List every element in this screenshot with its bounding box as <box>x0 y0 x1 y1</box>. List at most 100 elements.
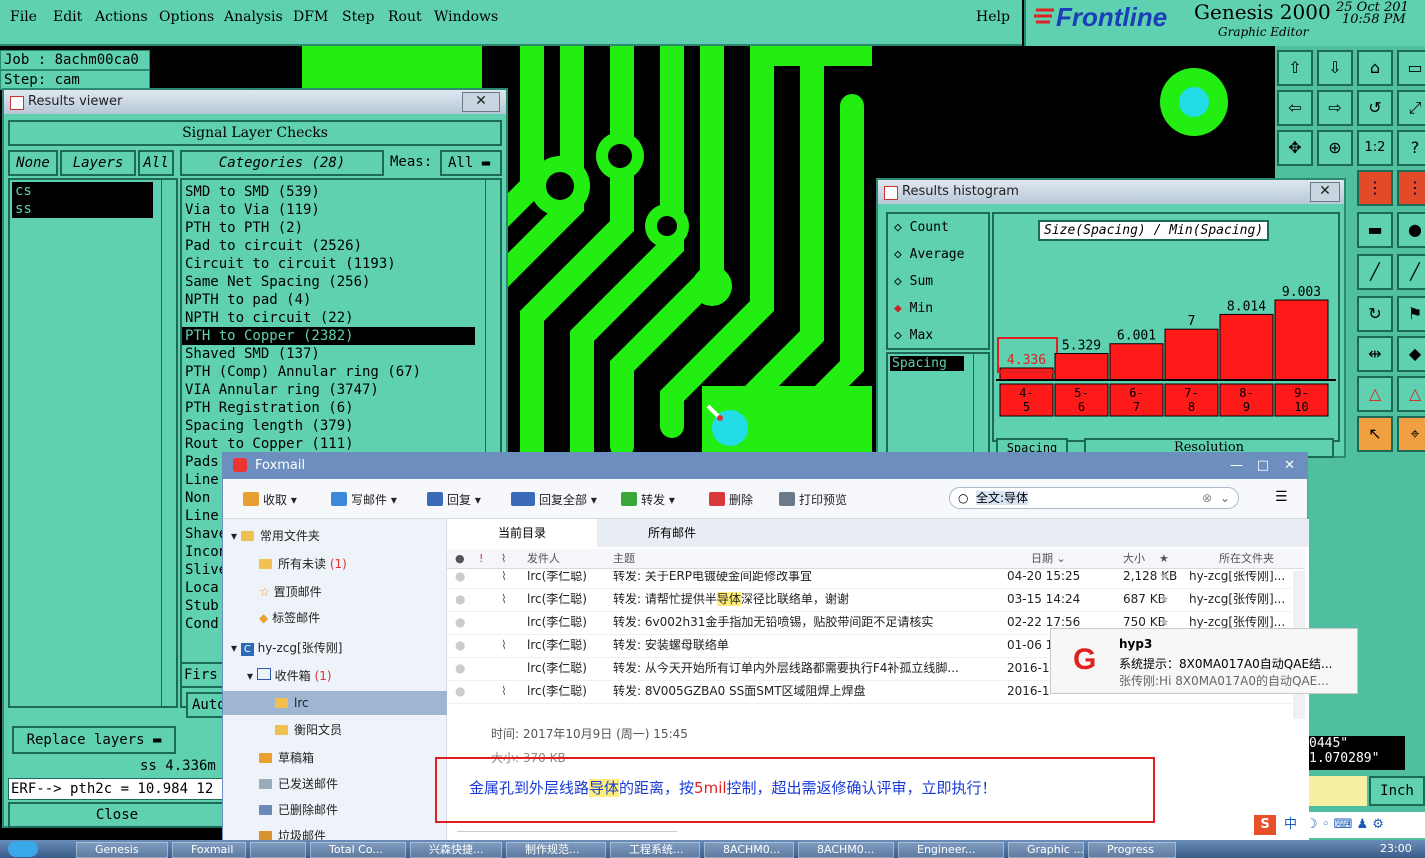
menu-options[interactable]: Options <box>159 9 214 25</box>
taskbar-item[interactable]: 制作规范... <box>506 842 606 858</box>
menu-edit[interactable]: Edit <box>53 9 82 25</box>
receive-button[interactable]: 收取 ▾ <box>243 491 297 508</box>
spacing-scrollbar[interactable] <box>973 354 988 458</box>
read-status-icon[interactable]: ● <box>455 657 465 679</box>
all-layers-button[interactable]: All <box>138 150 174 176</box>
option-count[interactable]: ◇ Count <box>888 214 988 241</box>
toolbar-home-icon[interactable]: ⌂ <box>1357 50 1393 86</box>
option-average[interactable]: ◇ Average <box>888 241 988 268</box>
menu-windows[interactable]: Windows <box>434 9 498 25</box>
menu-step[interactable]: Step <box>342 9 374 25</box>
histogram-bar[interactable] <box>999 367 1054 381</box>
category-item[interactable]: Via to Via (119) <box>182 201 500 219</box>
menu-dfm[interactable]: DFM <box>293 9 328 25</box>
category-item[interactable]: Same Net Spacing (256) <box>182 273 500 291</box>
taskbar-item[interactable]: 8ACHM0... <box>798 842 894 858</box>
folder-lrc[interactable]: lrc <box>223 691 447 715</box>
toolbar-shapes-icon[interactable]: ◆ <box>1397 336 1425 372</box>
taskbar-item[interactable] <box>250 842 306 858</box>
reply-all-button[interactable]: 回复全部 ▾ <box>511 491 597 508</box>
menu-actions[interactable]: Actions <box>95 9 148 25</box>
toolbar-layers-icon[interactable]: ⋮ <box>1357 170 1393 206</box>
menu-rout[interactable]: Rout <box>388 9 422 25</box>
toolbar-undo-icon[interactable]: ↺ <box>1357 90 1393 126</box>
histogram-bar[interactable] <box>1054 353 1109 381</box>
folder-drafts[interactable]: 草稿箱 <box>259 749 314 766</box>
folder-deleted[interactable]: 已删除邮件 <box>259 801 338 818</box>
taskbar-item[interactable]: Genesis <box>76 842 168 858</box>
category-item[interactable]: PTH Registration (6) <box>182 399 500 417</box>
folder-tagged[interactable]: ◆ 标签邮件 <box>259 609 320 626</box>
delete-button[interactable]: 删除 <box>709 491 753 508</box>
taskbar-item[interactable]: Total Co... <box>310 842 406 858</box>
category-item[interactable]: VIA Annular ring (3747) <box>182 381 500 399</box>
category-item[interactable]: NPTH to pad (4) <box>182 291 500 309</box>
toolbar-pointer-icon[interactable]: ↖ <box>1357 416 1393 452</box>
close-icon[interactable]: ✕ <box>462 92 500 112</box>
toolbar-snap-icon[interactable]: ⌖ <box>1397 416 1425 452</box>
ime-mode[interactable]: 中 <box>1284 812 1297 838</box>
toolbar-scale-icon[interactable]: 1:2 <box>1357 130 1393 166</box>
start-button-icon[interactable] <box>8 841 38 857</box>
toolbar-layers2-icon[interactable]: ⋮ <box>1397 170 1425 206</box>
maximize-icon[interactable]: □ <box>1257 453 1269 479</box>
units-selector[interactable]: Inch <box>1369 776 1425 806</box>
category-item[interactable]: Spacing length (379) <box>182 417 500 435</box>
taskbar-item[interactable]: Progress <box>1088 842 1176 858</box>
toolbar-triangle-icon[interactable]: △ <box>1357 376 1393 412</box>
column-date[interactable]: 日期 ⌄ <box>1031 549 1066 569</box>
mail-row[interactable]: ● ⌇ lrc(李仁聪) 转发: 关于ERP电镀硬金间距修改事宜 04-20 15:25… <box>447 571 1305 589</box>
toolbar-center-icon[interactable]: ⊕ <box>1317 130 1353 166</box>
star-icon[interactable]: ★ <box>1159 588 1170 610</box>
menu-analysis[interactable]: Analysis <box>224 9 283 25</box>
toolbar-arc-icon[interactable]: ↻ <box>1357 296 1393 332</box>
taskbar-item[interactable]: 8ACHM0... <box>704 842 794 858</box>
close-icon[interactable]: ✕ <box>1284 453 1295 479</box>
histogram-bar[interactable] <box>1164 328 1219 381</box>
folder-hengyang[interactable]: 衡阳文员 <box>275 721 342 738</box>
category-item[interactable]: Rout to Copper (111) <box>182 435 500 453</box>
read-status-icon[interactable]: ● <box>455 571 465 587</box>
folder-pinned[interactable]: ☆ 置顶邮件 <box>259 583 322 600</box>
toolbar-down-icon[interactable]: ⇩ <box>1317 50 1353 86</box>
category-item[interactable]: NPTH to circuit (22) <box>182 309 500 327</box>
folder-unread[interactable]: 所有未读 (1) <box>259 555 347 572</box>
histogram-bar[interactable] <box>1219 313 1274 381</box>
mail-row[interactable]: ● ⌇ lrc(李仁聪) 转发: 请帮忙提供半导体深径比联络单，谢谢 03-15 14:… <box>447 588 1305 612</box>
read-status-icon[interactable]: ● <box>455 588 465 610</box>
tab-all-mail[interactable]: 所有邮件 <box>597 519 747 547</box>
toolbar-left-icon[interactable]: ⇦ <box>1277 90 1313 126</box>
column-subject[interactable]: 主题 <box>613 549 635 569</box>
forward-button[interactable]: 转发 ▾ <box>621 491 675 508</box>
toolbar-line2-icon[interactable]: ╱ <box>1397 254 1425 290</box>
toolbar-measure-icon[interactable]: ⇹ <box>1357 336 1393 372</box>
menu-icon[interactable]: ☰ <box>1275 489 1288 505</box>
meas-select[interactable]: All ▬ <box>440 150 502 176</box>
compose-button[interactable]: 写邮件 ▾ <box>331 491 397 508</box>
toolbar-triangle2-icon[interactable]: △ <box>1397 376 1425 412</box>
folder-sent[interactable]: 已发送邮件 <box>259 775 338 792</box>
taskbar-item[interactable]: Engineer... <box>898 842 1004 858</box>
option-max[interactable]: ◇ Max <box>888 322 988 349</box>
toolbar-up-icon[interactable]: ⇧ <box>1277 50 1313 86</box>
column-folder[interactable]: 所在文件夹 <box>1219 549 1274 569</box>
print-preview-button[interactable]: 打印预览 <box>779 491 847 508</box>
read-status-icon[interactable]: ● <box>455 680 465 702</box>
category-item[interactable]: PTH to PTH (2) <box>182 219 500 237</box>
none-button[interactable]: None <box>8 150 58 176</box>
folder-common[interactable]: ▾ 常用文件夹 <box>231 527 320 544</box>
toolbar-zoom-icon[interactable]: ⤢ <box>1397 90 1425 126</box>
category-item[interactable]: Shaved SMD (137) <box>182 345 500 363</box>
close-button[interactable]: Close <box>8 802 226 828</box>
histogram-bar[interactable] <box>1109 343 1164 381</box>
close-icon[interactable]: ✕ <box>1310 182 1340 202</box>
read-status-icon[interactable]: ● <box>455 634 465 656</box>
layer-item[interactable]: cs <box>12 182 153 200</box>
spacing-item[interactable]: Spacing <box>890 356 964 371</box>
taskbar-item[interactable]: 兴森快捷... <box>410 842 502 858</box>
taskbar-item[interactable]: Graphic ... <box>1008 842 1084 858</box>
option-sum[interactable]: ◇ Sum <box>888 268 988 295</box>
tab-current-folder[interactable]: 当前目录 <box>447 519 597 547</box>
column-from[interactable]: 发件人 <box>527 549 560 569</box>
read-status-icon[interactable]: ● <box>455 611 465 633</box>
